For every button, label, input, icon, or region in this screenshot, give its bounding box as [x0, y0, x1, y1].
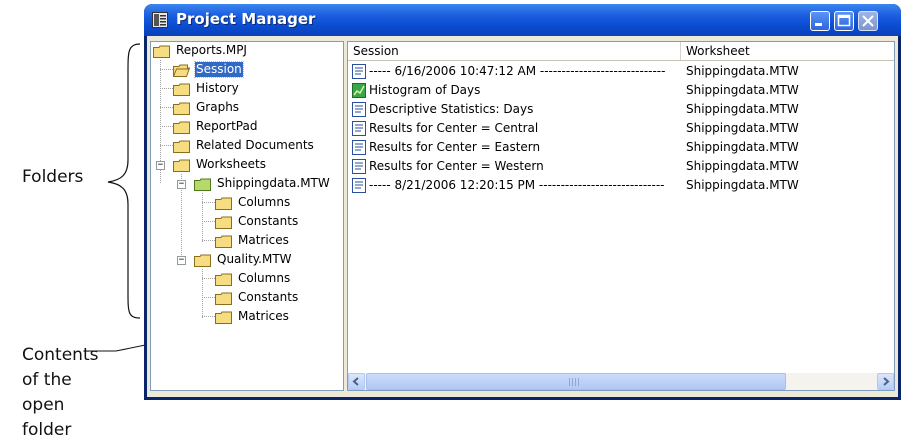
text-document-icon — [352, 121, 366, 136]
scrollbar-grip — [569, 378, 579, 386]
folder-tree[interactable]: Reports.MPJ Session History Graphs Repor… — [150, 41, 344, 391]
tree-connector — [202, 193, 203, 242]
row-worksheet-text: Shippingdata.MTW — [686, 178, 799, 192]
tree-item-label: Session — [194, 61, 244, 78]
row-session-text: Results for Center = Eastern — [369, 140, 541, 154]
project-manager-window: Project Manager Reports.MPJ Session Hist… — [144, 4, 901, 400]
title-bar[interactable]: Project Manager — [144, 4, 901, 36]
folders-annotation: Folders — [22, 167, 84, 187]
contents-line: of the — [22, 370, 72, 390]
open-folder-icon — [173, 64, 190, 77]
window-title: Project Manager — [176, 10, 316, 28]
contents-annotation: Contents of the open folder — [22, 343, 132, 443]
tree-item-label: Reports.MPJ — [176, 43, 247, 57]
minimize-button[interactable] — [810, 11, 830, 31]
list-row[interactable]: Results for Center = Central Shippingdat… — [348, 119, 894, 138]
row-session-text: Histogram of Days — [369, 83, 481, 97]
minimize-icon — [815, 23, 822, 26]
contents-line: open — [22, 395, 65, 415]
tree-item-label: Graphs — [196, 100, 240, 114]
folder-icon — [173, 83, 190, 96]
scroll-right-button[interactable] — [877, 373, 894, 390]
tree-item-label: History — [196, 81, 239, 95]
folder-icon — [173, 102, 190, 115]
text-document-icon — [352, 178, 366, 193]
folder-icon — [215, 216, 232, 229]
tree-item-label: Matrices — [238, 233, 289, 247]
row-worksheet-text: Shippingdata.MTW — [686, 64, 799, 78]
tree-item-label: ReportPad — [196, 119, 258, 133]
contents-line: folder — [22, 420, 72, 440]
row-worksheet-text: Shippingdata.MTW — [686, 159, 799, 173]
text-document-icon — [352, 159, 366, 174]
row-session-text: Results for Center = Central — [369, 121, 539, 135]
row-worksheet-text: Shippingdata.MTW — [686, 140, 799, 154]
tree-item-label: Shippingdata.MTW — [217, 176, 330, 190]
text-document-icon — [352, 140, 366, 155]
list-row[interactable]: Descriptive Statistics: Days Shippingdat… — [348, 100, 894, 119]
column-header-session[interactable]: Session — [348, 42, 681, 60]
horizontal-scrollbar[interactable] — [348, 373, 894, 390]
collapse-toggle[interactable]: − — [177, 256, 186, 265]
tree-item-label: Quality.MTW — [217, 252, 292, 266]
window-client-area: Reports.MPJ Session History Graphs Repor… — [147, 36, 898, 397]
close-icon — [862, 15, 874, 27]
folder-icon — [215, 273, 232, 286]
folder-icon — [215, 292, 232, 305]
chevron-right-icon — [883, 377, 890, 386]
folders-brace — [107, 43, 141, 319]
folder-icon — [194, 254, 211, 267]
folder-icon — [173, 140, 190, 153]
maximize-button[interactable] — [834, 11, 854, 31]
graph-icon — [352, 83, 366, 98]
project-manager-icon — [152, 12, 168, 28]
session-contents-list[interactable]: Session Worksheet ----- 6/16/2006 10:47:… — [347, 41, 895, 391]
row-session-text: ----- 8/21/2006 12:20:15 PM ------------… — [369, 178, 665, 192]
chevron-left-icon — [352, 377, 359, 386]
tree-item-label: Constants — [238, 290, 299, 304]
list-row[interactable]: ----- 6/16/2006 10:47:12 AM ------------… — [348, 62, 894, 81]
row-session-text: Descriptive Statistics: Days — [369, 102, 534, 116]
worksheet-folder-icon — [194, 178, 211, 191]
list-row[interactable]: Histogram of Days Shippingdata.MTW — [348, 81, 894, 100]
column-header-worksheet[interactable]: Worksheet — [681, 42, 894, 60]
close-button[interactable] — [858, 11, 878, 31]
contents-line: Contents — [22, 345, 99, 365]
scroll-left-button[interactable] — [348, 373, 365, 390]
list-row[interactable]: Results for Center = Western Shippingdat… — [348, 157, 894, 176]
folder-icon — [173, 159, 190, 172]
collapse-toggle[interactable]: − — [156, 161, 165, 170]
folder-icon — [215, 235, 232, 248]
folder-icon — [215, 311, 232, 324]
maximize-icon — [837, 14, 851, 27]
list-row[interactable]: ----- 8/21/2006 12:20:15 PM ------------… — [348, 176, 894, 195]
folder-icon — [173, 121, 190, 134]
folder-icon — [215, 197, 232, 210]
list-header: Session Worksheet — [348, 42, 894, 61]
tree-item-label: Columns — [238, 271, 291, 285]
row-worksheet-text: Shippingdata.MTW — [686, 102, 799, 116]
row-worksheet-text: Shippingdata.MTW — [686, 83, 799, 97]
tree-item-label: Constants — [238, 214, 299, 228]
tree-connector — [202, 269, 203, 318]
tree-item-label: Related Documents — [196, 138, 314, 152]
text-document-icon — [352, 64, 366, 79]
collapse-toggle[interactable]: − — [177, 180, 186, 189]
tree-item-label: Worksheets — [196, 157, 266, 171]
row-session-text: ----- 6/16/2006 10:47:12 AM ------------… — [369, 64, 666, 78]
text-document-icon — [352, 102, 366, 117]
row-worksheet-text: Shippingdata.MTW — [686, 121, 799, 135]
row-session-text: Results for Center = Western — [369, 159, 544, 173]
scrollbar-thumb[interactable] — [366, 373, 786, 390]
tree-item-label: Matrices — [238, 309, 289, 323]
list-row[interactable]: Results for Center = Eastern Shippingdat… — [348, 138, 894, 157]
tree-item-label: Columns — [238, 195, 291, 209]
folder-icon — [153, 45, 170, 58]
